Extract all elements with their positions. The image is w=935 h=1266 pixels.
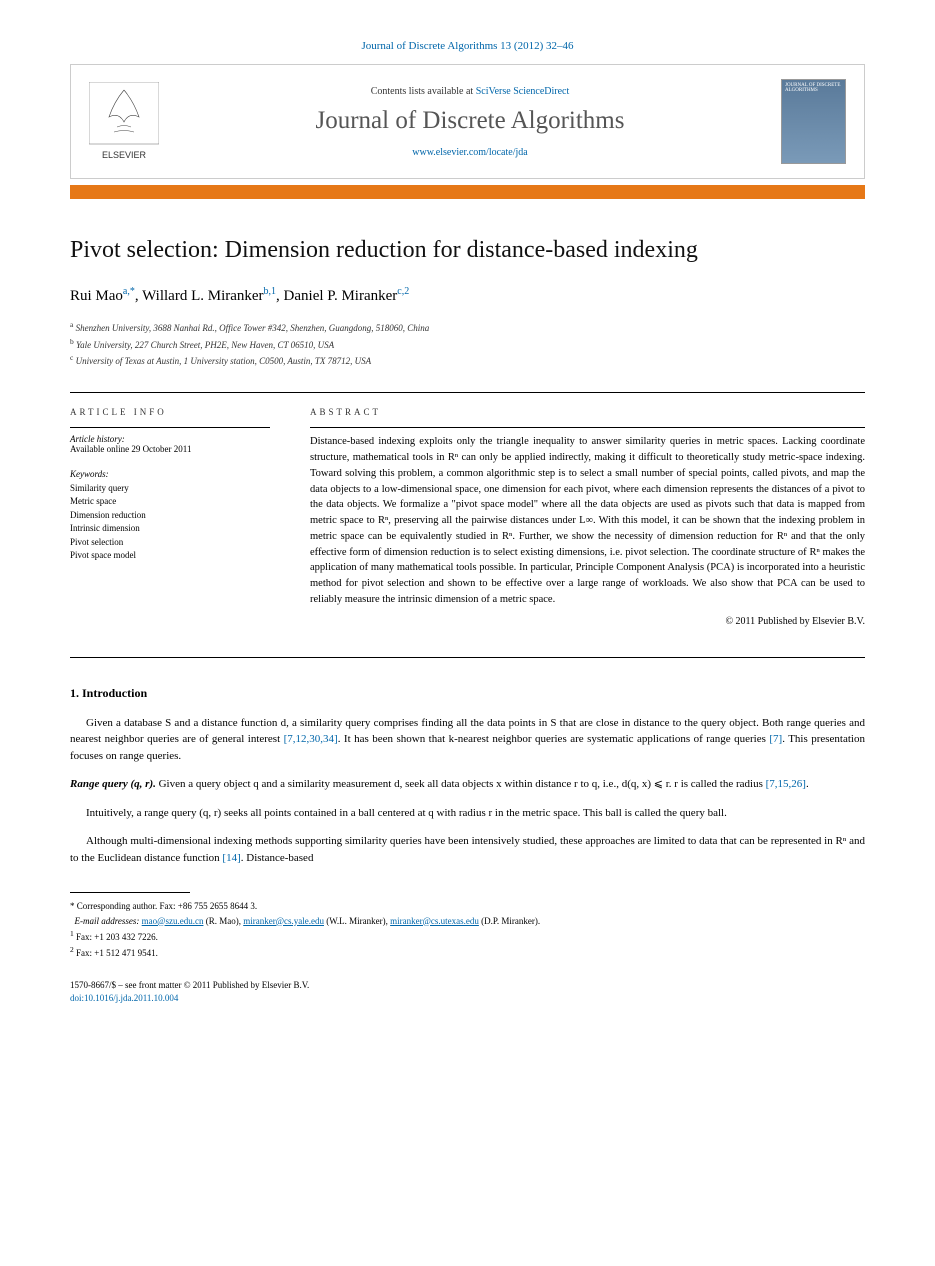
keywords-label: Keywords: [70,468,270,482]
keyword-5: Pivot selection [70,536,270,550]
doi-link[interactable]: doi:10.1016/j.jda.2011.10.004 [70,993,178,1003]
abstract-divider [310,427,865,428]
keywords-block: Keywords: Similarity query Metric space … [70,468,270,563]
footnote-2: 2 Fax: +1 512 471 9541. [70,944,865,960]
range-query-definition: Range query (q, r). Given a query object… [70,776,865,793]
banner-center: Contents lists available at SciVerse Sci… [159,86,781,158]
affiliation-b: b Yale University, 227 Church Street, PH… [70,336,865,352]
footnotes: * Corresponding author. Fax: +86 755 265… [70,899,865,961]
abstract-column: abstract Distance-based indexing exploit… [310,407,865,626]
email-link[interactable]: miranker@cs.yale.edu [243,916,324,926]
info-divider [70,427,270,428]
abstract-text: Distance-based indexing exploits only th… [310,434,865,607]
info-abstract-row: article info Article history: Available … [70,407,865,626]
range-query-label: Range query (q, r). [70,778,156,790]
svg-text:ELSEVIER: ELSEVIER [102,150,147,160]
ref-link[interactable]: [7] [769,733,782,745]
footnote-emails: E-mail addresses: mao@szu.edu.cn (R. Mao… [70,914,865,928]
author-3-marks: c,2 [397,286,409,297]
author-2-name: Willard L. Miranker [142,288,263,304]
intro-paragraph-1: Given a database S and a distance functi… [70,715,865,765]
author-1-marks: a,* [123,286,135,297]
author-1-name: Rui Mao [70,288,123,304]
journal-citation-header: Journal of Discrete Algorithms 13 (2012)… [70,40,865,52]
sciencedirect-link[interactable]: SciVerse ScienceDirect [476,86,570,97]
accent-bar [70,185,865,199]
footnote-separator [70,892,190,893]
keyword-6: Pivot space model [70,549,270,563]
section-1-heading: 1. Introduction [70,686,865,701]
article-title: Pivot selection: Dimension reduction for… [70,235,865,266]
abstract-label: abstract [310,407,865,417]
ref-link[interactable]: [14] [222,852,240,864]
keyword-1: Similarity query [70,482,270,496]
issn-line: 1570-8667/$ – see front matter © 2011 Pu… [70,979,865,993]
footnote-1: 1 Fax: +1 203 432 7226. [70,928,865,944]
publication-footer: 1570-8667/$ – see front matter © 2011 Pu… [70,979,865,1006]
intro-paragraph-3: Although multi-dimensional indexing meth… [70,833,865,866]
author-list: Rui Maoa,*, Willard L. Mirankerb,1, Dani… [70,286,865,305]
elsevier-logo: ELSEVIER [89,82,159,162]
affiliations: a Shenzhen University, 3688 Nanhai Rd., … [70,319,865,368]
footnote-corresponding: * Corresponding author. Fax: +86 755 265… [70,899,865,913]
affiliation-a: a Shenzhen University, 3688 Nanhai Rd., … [70,319,865,335]
email-link[interactable]: miranker@cs.utexas.edu [390,916,479,926]
history-label: Article history: [70,434,270,444]
ref-link[interactable]: [7,12,30,34] [284,733,338,745]
contents-prefix: Contents lists available at [371,86,476,97]
author-3-name: Daniel P. Miranker [284,288,398,304]
article-info-label: article info [70,407,270,417]
article-history: Article history: Available online 29 Oct… [70,434,270,454]
email-link[interactable]: mao@szu.edu.cn [142,916,204,926]
journal-name: Journal of Discrete Algorithms [159,107,781,135]
journal-homepage-link[interactable]: www.elsevier.com/locate/jda [159,147,781,158]
ref-link[interactable]: [7,15,26] [766,778,806,790]
journal-banner: ELSEVIER Contents lists available at Sci… [70,64,865,179]
article-info-column: article info Article history: Available … [70,407,270,626]
contents-available-line: Contents lists available at SciVerse Sci… [159,86,781,97]
keyword-3: Dimension reduction [70,509,270,523]
divider [70,392,865,393]
intro-paragraph-2: Intuitively, a range query (q, r) seeks … [70,805,865,822]
abstract-copyright: © 2011 Published by Elsevier B.V. [310,616,865,627]
history-value: Available online 29 October 2011 [70,444,270,454]
author-2-marks: b,1 [264,286,277,297]
affiliation-c: c University of Texas at Austin, 1 Unive… [70,352,865,368]
journal-cover-thumbnail: JOURNAL OF DISCRETE ALGORITHMS [781,79,846,164]
divider [70,657,865,658]
keyword-2: Metric space [70,495,270,509]
keyword-4: Intrinsic dimension [70,522,270,536]
